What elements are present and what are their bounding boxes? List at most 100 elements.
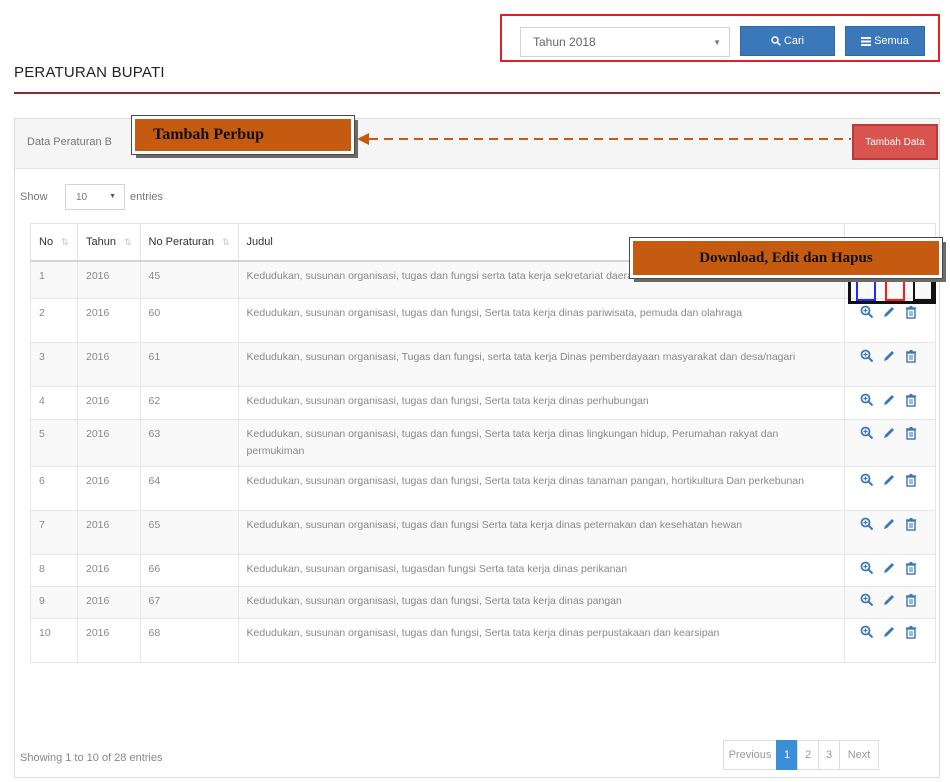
add-data-button[interactable]: Tambah Data (852, 124, 938, 160)
trash-icon (906, 593, 916, 607)
row-actions (844, 418, 936, 467)
trash-icon (906, 473, 916, 487)
sort-icon: ⇅ (123, 237, 132, 247)
row-tahun: 2016 (77, 553, 141, 587)
length-show-label: Show (20, 191, 48, 203)
row-judul: Kedudukan, susunan organisasi, tugas dan… (237, 418, 846, 467)
delete-button[interactable] (904, 473, 920, 489)
row-actions (844, 465, 936, 511)
edit-button[interactable] (882, 305, 898, 321)
pagination-page-1[interactable]: 1 (776, 740, 798, 770)
pagination-next[interactable]: Next (839, 740, 879, 770)
row-no: 6 (30, 465, 78, 511)
row-actions (844, 385, 936, 420)
row-judul: Kedudukan, susunan organisasi, tugas dan… (237, 509, 846, 555)
row-no: 7 (30, 509, 78, 555)
trash-icon (906, 393, 916, 407)
view-button[interactable] (860, 473, 876, 489)
column-header-no-peraturan[interactable]: No Peraturan ⇅ (139, 223, 239, 262)
edit-button[interactable] (882, 393, 898, 409)
pagination-previous[interactable]: Previous (723, 740, 777, 770)
column-header-tahun-label: Tahun (86, 236, 116, 248)
zoom-icon (860, 473, 874, 486)
zoom-icon (860, 517, 874, 530)
zoom-icon (860, 593, 874, 606)
column-header-tahun[interactable]: Tahun ⇅ (77, 223, 141, 262)
edit-button[interactable] (882, 349, 898, 365)
row-judul: Kedudukan, susunan organisasi, tugasdan … (237, 553, 846, 587)
pencil-icon (884, 306, 894, 317)
table-row: 7 2016 65 Kedudukan, susunan organisasi, tu… (30, 509, 936, 555)
trash-icon (906, 426, 916, 440)
pagination: Previous 1 2 3 Next (723, 740, 879, 770)
view-button[interactable] (860, 593, 876, 609)
row-tahun: 2016 (77, 509, 141, 555)
entries-select[interactable]: 10 ▼ (65, 184, 125, 210)
row-tahun: 2016 (77, 385, 141, 420)
delete-button[interactable] (904, 561, 920, 577)
row-actions (844, 341, 936, 387)
delete-button[interactable] (904, 349, 920, 365)
panel-title: Data Peraturan B (27, 136, 112, 148)
column-header-no[interactable]: No ⇅ (30, 223, 78, 262)
row-judul: Kedudukan, susunan organisasi, tugas dan… (237, 585, 846, 619)
edit-button[interactable] (882, 517, 898, 533)
year-select-value: Tahun 2018 (533, 35, 596, 49)
page-title: PERATURAN BUPATI (14, 64, 165, 81)
row-actions (844, 509, 936, 555)
zoom-icon (860, 305, 874, 318)
search-icon (771, 36, 781, 46)
row-nomor: 67 (139, 585, 239, 619)
row-tahun: 2016 (77, 617, 141, 663)
row-tahun: 2016 (77, 585, 141, 619)
view-button[interactable] (860, 561, 876, 577)
edit-button[interactable] (882, 473, 898, 489)
chevron-down-icon: ▼ (713, 38, 721, 47)
view-button[interactable] (860, 426, 876, 442)
row-no: 2 (30, 297, 78, 343)
delete-button[interactable] (904, 593, 920, 609)
zoom-icon (860, 426, 874, 439)
pencil-icon (884, 427, 894, 438)
zoom-icon (860, 349, 874, 362)
row-tahun: 2016 (77, 297, 141, 343)
row-tahun: 2016 (77, 260, 141, 299)
row-actions (844, 617, 936, 663)
view-button[interactable] (860, 349, 876, 365)
row-actions (844, 297, 936, 343)
delete-button[interactable] (904, 517, 920, 533)
pencil-icon (884, 350, 894, 361)
trash-icon (906, 561, 916, 575)
regulations-table: No⇅ Tahun⇅ No Peraturan⇅ Judul ⇅ 1201645… (30, 223, 936, 663)
all-button[interactable]: Semua (845, 26, 925, 56)
edit-button[interactable] (882, 593, 898, 609)
pencil-icon (884, 594, 894, 605)
row-judul: Kedudukan, susunan organisasi, Tugas dan… (237, 341, 846, 387)
delete-button[interactable] (904, 625, 920, 641)
callout-add-label: Tambah Perbup (153, 126, 264, 143)
view-button[interactable] (860, 305, 876, 321)
pagination-page-3[interactable]: 3 (818, 740, 840, 770)
edit-button[interactable] (882, 426, 898, 442)
view-button[interactable] (860, 625, 876, 641)
pagination-page-2[interactable]: 2 (797, 740, 819, 770)
trash-icon (906, 305, 916, 319)
year-select[interactable]: Tahun 2018 ▼ (520, 27, 730, 57)
edit-button[interactable] (882, 625, 898, 641)
add-data-button-label: Tambah Data (865, 136, 925, 148)
edit-button[interactable] (882, 561, 898, 577)
row-nomor: 61 (139, 341, 239, 387)
zoom-icon (860, 561, 874, 574)
all-button-label: Semua (874, 35, 909, 47)
search-button[interactable]: Cari (740, 26, 835, 56)
callout-add-perbup: Tambah Perbup (131, 115, 355, 155)
trash-icon (906, 625, 916, 639)
sort-icon: ⇅ (61, 237, 69, 247)
dashed-arrow (357, 133, 851, 145)
view-button[interactable] (860, 517, 876, 533)
row-no: 8 (30, 553, 78, 587)
delete-button[interactable] (904, 426, 920, 442)
delete-button[interactable] (904, 393, 920, 409)
view-button[interactable] (860, 393, 876, 409)
delete-button[interactable] (904, 305, 920, 321)
